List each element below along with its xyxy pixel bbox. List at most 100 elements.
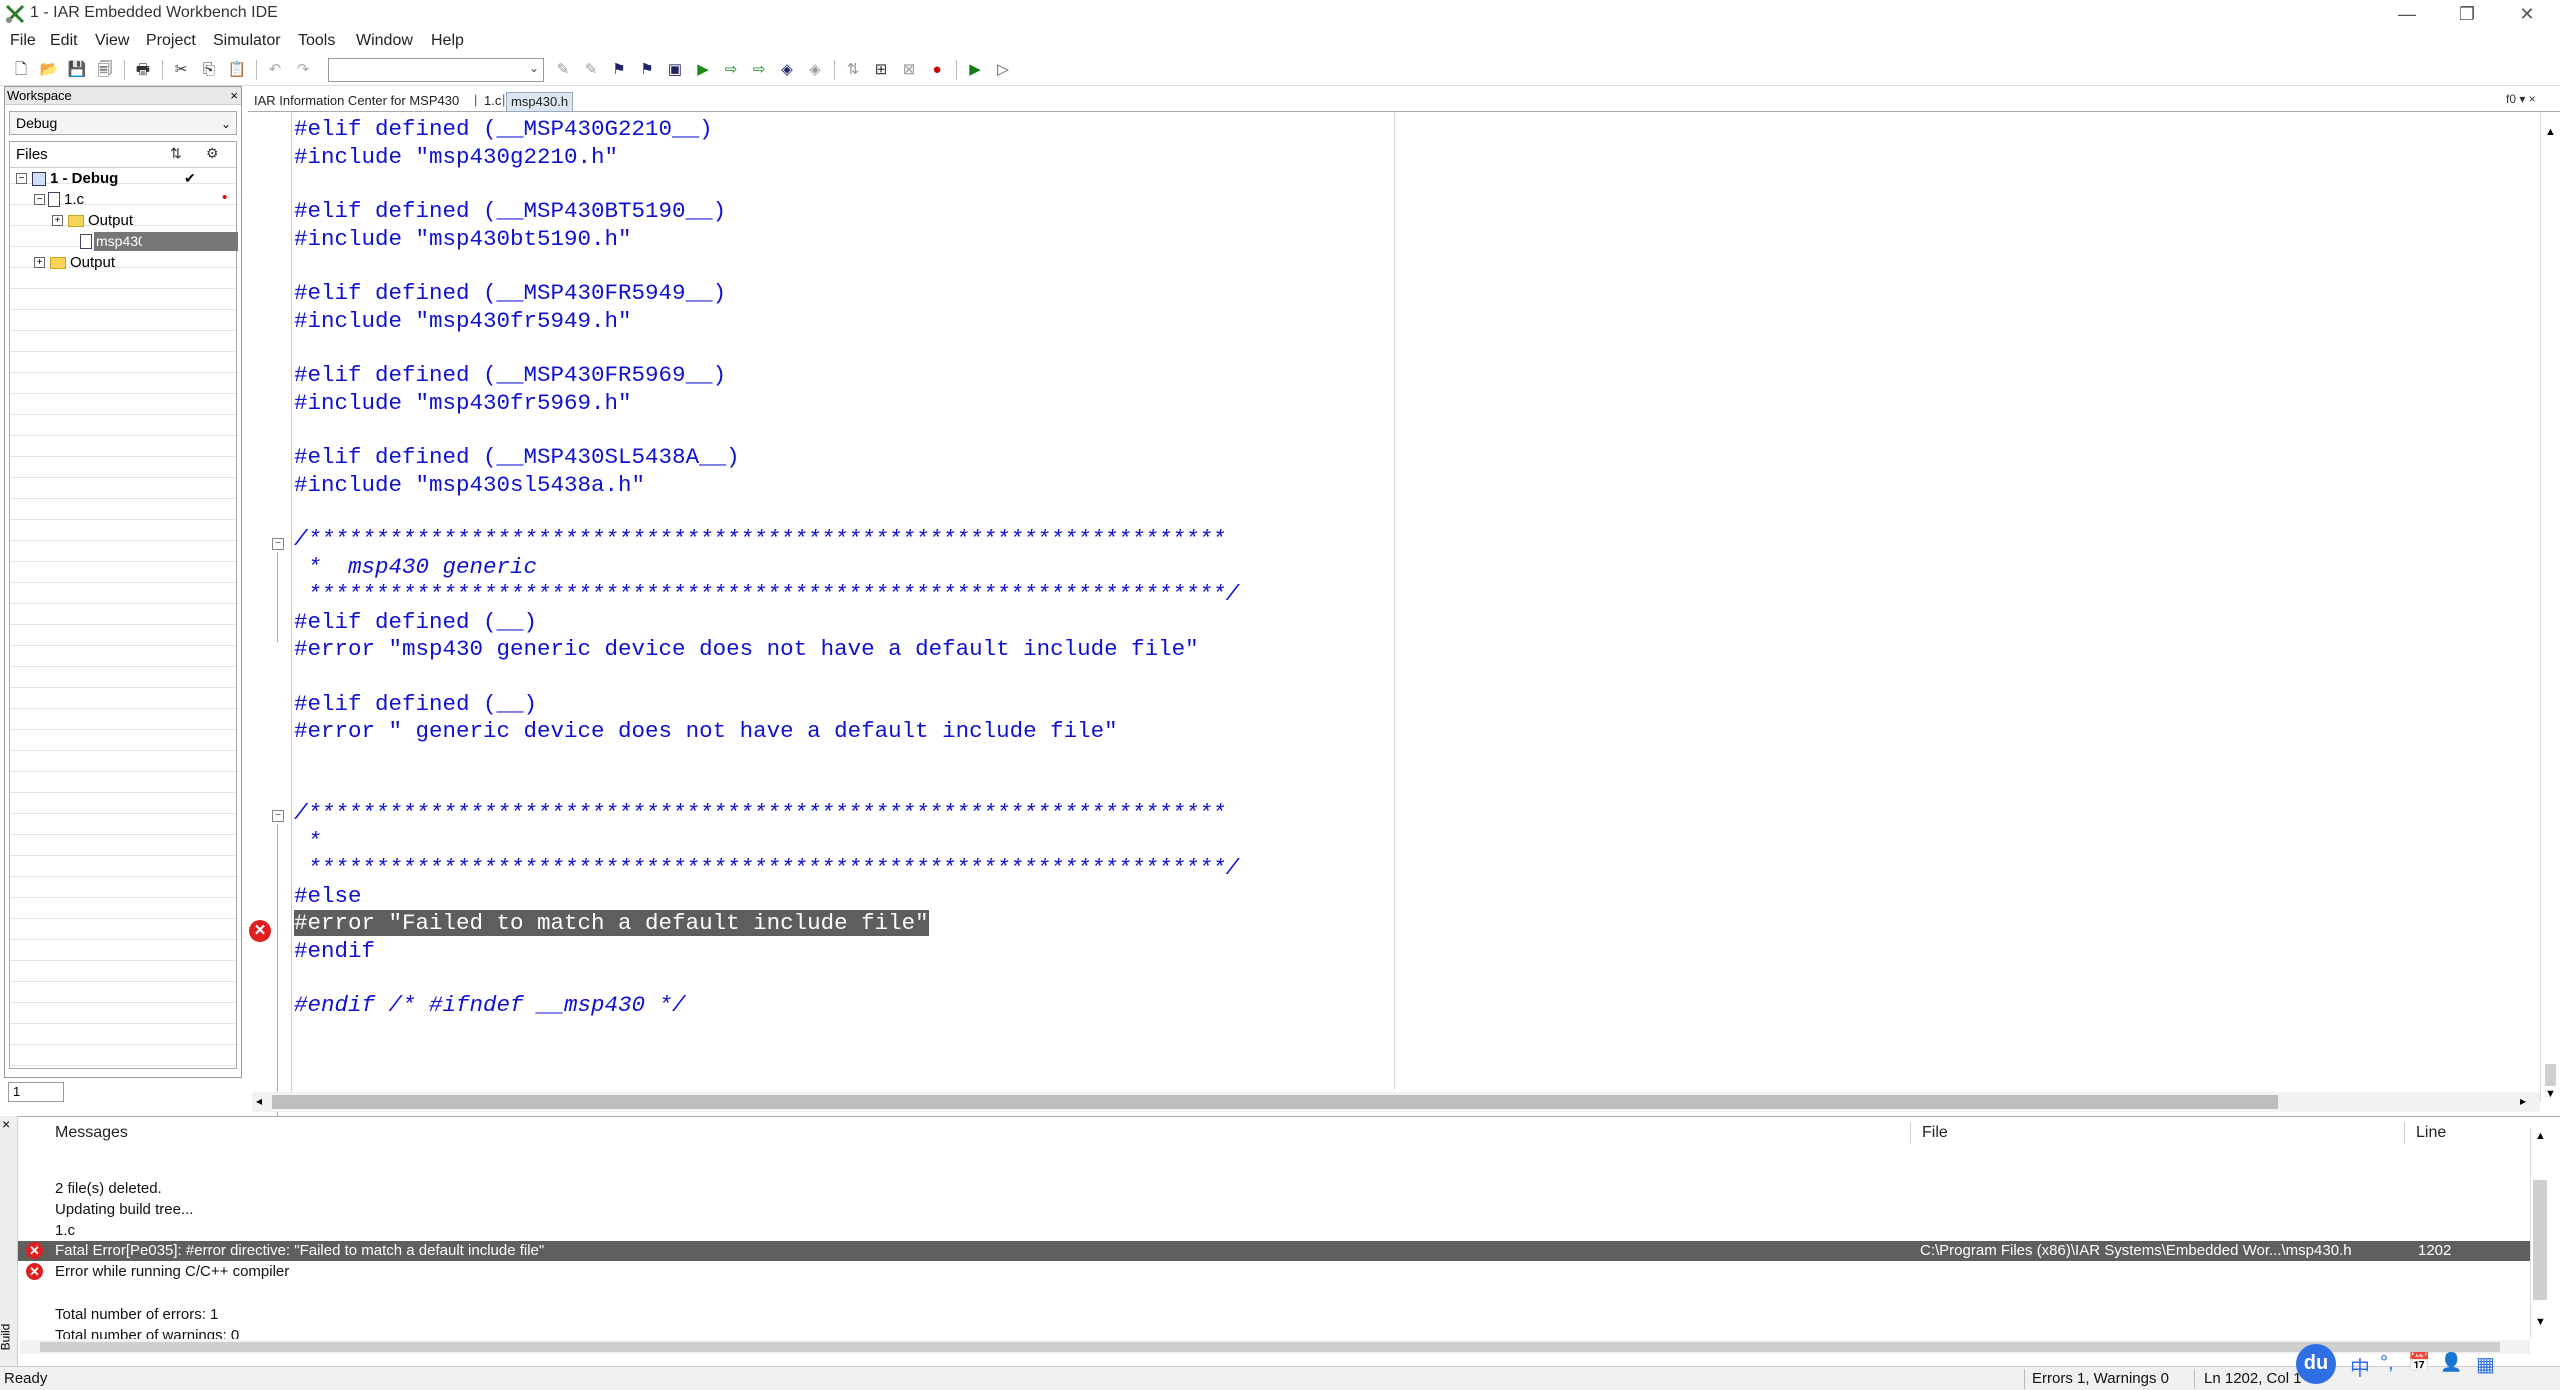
tab-info-center[interactable]: IAR Information Center for MSP430 [250, 92, 463, 112]
code-line: #elif defined (__MSP430SL5438A__) [294, 444, 740, 470]
error-file-path: C:\Program Files (x86)\IAR Systems\Embed… [1920, 1242, 2352, 1259]
scroll-down-icon[interactable]: ▼ [2545, 1088, 2556, 1100]
expand-icon[interactable]: + [34, 257, 45, 268]
compile-icon[interactable]: ⇅ [842, 59, 864, 81]
stop-build-icon[interactable]: ⊠ [898, 59, 920, 81]
paste-icon[interactable]: 📋 [226, 59, 248, 81]
workspace-status-field[interactable]: 1 [8, 1082, 64, 1102]
error-message-row[interactable]: ✕ Fatal Error[Pe035]: #error directive: … [18, 1241, 2530, 1261]
cut-icon[interactable]: ✂ [170, 59, 192, 81]
messages-scroll-thumb[interactable] [2533, 1180, 2547, 1300]
next-bookmark-icon[interactable]: ⇨ [720, 59, 742, 81]
ime-user-icon[interactable]: 👤 [2440, 1352, 2462, 1373]
make-icon[interactable]: ⊞ [870, 59, 892, 81]
find-next-icon[interactable]: ✎ [580, 59, 602, 81]
scroll-down-icon[interactable]: ▼ [2535, 1316, 2546, 1328]
configuration-value: Debug [16, 115, 58, 131]
sort-icon[interactable]: ⇅ [170, 145, 182, 162]
tab-msp430h[interactable]: msp430.h [506, 92, 574, 112]
ime-calendar-icon[interactable]: 📅 [2408, 1352, 2430, 1373]
messages-close-button[interactable]: × [2, 1116, 10, 1132]
expand-icon[interactable]: + [52, 215, 63, 226]
message-line[interactable]: Total number of warnings: 0 [55, 1327, 239, 1339]
fold-icon[interactable]: − [272, 538, 284, 550]
navigate-forward-icon[interactable]: ◈ [804, 59, 826, 81]
close-window-button[interactable]: ✕ [2504, 0, 2550, 30]
toggle-bookmark-icon[interactable]: ▶ [692, 59, 714, 81]
error-marker-icon[interactable]: ✕ [249, 920, 271, 942]
menu-edit[interactable]: Edit [50, 30, 78, 54]
tab-controls[interactable]: f0 ▾ × [2506, 92, 2536, 106]
configuration-select[interactable]: Debug ⌄ [9, 111, 237, 135]
goto-icon[interactable]: ▣ [664, 59, 686, 81]
maximize-button[interactable]: ❐ [2444, 0, 2490, 30]
collapse-icon[interactable]: − [34, 194, 45, 205]
status-position: Ln 1202, Col 1 [2204, 1370, 2302, 1387]
debug-without-download-icon[interactable]: ▷ [992, 59, 1014, 81]
message-line[interactable]: Updating build tree... [55, 1201, 193, 1218]
ime-punctuation-icon[interactable]: °, [2380, 1352, 2394, 1375]
message-line[interactable]: Error while running C/C++ compiler [55, 1263, 289, 1280]
scroll-up-icon[interactable]: ▲ [2545, 126, 2556, 138]
tree-item-output-1[interactable]: + Output [14, 210, 234, 231]
options-icon[interactable]: ⚙ [206, 145, 219, 162]
find-icon[interactable]: ✎ [552, 59, 574, 81]
tree-item-project[interactable]: − 1 - Debug ✔ [14, 168, 234, 189]
menu-help[interactable]: Help [431, 30, 464, 54]
save-icon[interactable]: 💾 [66, 59, 88, 81]
menu-simulator[interactable]: Simulator [213, 30, 281, 54]
redo-icon[interactable]: ↷ [292, 59, 314, 81]
column-header-line[interactable]: Line [2416, 1124, 2446, 1142]
undo-icon[interactable]: ↶ [264, 59, 286, 81]
toggle-breakpoint-icon[interactable]: ● [926, 59, 948, 81]
new-file-icon[interactable]: 🗋 [10, 59, 32, 81]
minimize-button[interactable]: — [2384, 0, 2430, 30]
navigate-icon[interactable]: ◈ [776, 59, 798, 81]
tree-item-1c[interactable]: − 1.c • [14, 189, 234, 210]
column-header-messages[interactable]: Messages [55, 1124, 128, 1142]
baidu-ime-icon[interactable]: du [2296, 1344, 2336, 1384]
messages-horizontal-thumb[interactable] [40, 1342, 2500, 1352]
menu-window[interactable]: Window [356, 30, 413, 54]
collapse-icon[interactable]: − [16, 173, 27, 184]
copy-icon[interactable]: ⎘ [198, 59, 220, 81]
workspace-close-button[interactable]: × [230, 87, 238, 105]
editor-vertical-scrollbar[interactable]: ▲ ▼ [2540, 112, 2560, 1102]
message-line[interactable]: 2 file(s) deleted. [55, 1180, 162, 1197]
folder-label: Output [70, 254, 116, 271]
menu-file[interactable]: File [10, 30, 36, 54]
column-header-file[interactable]: File [1922, 1124, 1948, 1142]
tree-item-output-2[interactable]: + Output [14, 252, 234, 273]
toolbar-find-combo[interactable]: ⌄ [328, 58, 544, 82]
prev-bookmark-icon[interactable]: ⇨ [748, 59, 770, 81]
build-side-tab[interactable]: × Build [0, 1116, 18, 1366]
scroll-thumb[interactable] [2545, 1064, 2556, 1086]
download-and-debug-icon[interactable]: ▶ [964, 59, 986, 81]
scroll-left-icon[interactable]: ◂ [256, 1094, 262, 1108]
message-line[interactable]: Total number of errors: 1 [55, 1306, 218, 1323]
menu-tools[interactable]: Tools [298, 30, 335, 54]
replace-icon[interactable]: ⚑ [636, 59, 658, 81]
print-icon[interactable]: 🖶 [132, 59, 154, 81]
horizontal-scroll-thumb[interactable] [272, 1095, 2278, 1109]
chevron-down-icon[interactable]: ⌄ [529, 61, 539, 75]
code-line: #else [294, 882, 362, 909]
menu-bar: File Edit View Project Simulator Tools W… [0, 30, 2560, 54]
fold-icon[interactable]: − [272, 810, 284, 822]
code-editor[interactable]: #elif defined (__MSP430G2210__) #include… [292, 112, 2540, 1090]
tree-item-msp430h[interactable]: msp430.h [14, 231, 238, 252]
menu-view[interactable]: View [95, 30, 129, 54]
message-line[interactable]: 1.c [55, 1222, 75, 1239]
save-all-icon[interactable]: 🗐 [94, 59, 116, 81]
menu-project[interactable]: Project [146, 30, 196, 54]
ime-chinese-icon[interactable]: 中 [2350, 1352, 2370, 1381]
open-file-icon[interactable]: 📂 [38, 59, 60, 81]
scroll-right-icon[interactable]: ▸ [2520, 1094, 2526, 1108]
ime-grid-icon[interactable]: ▦ [2476, 1352, 2495, 1377]
toolbar-separator [162, 60, 163, 80]
scroll-up-icon[interactable]: ▲ [2535, 1130, 2546, 1142]
folder-icon [50, 257, 66, 269]
find-in-files-icon[interactable]: ⚑ [608, 59, 630, 81]
chevron-down-icon[interactable]: ⌄ [221, 113, 231, 135]
code-line: #endif [294, 937, 376, 964]
